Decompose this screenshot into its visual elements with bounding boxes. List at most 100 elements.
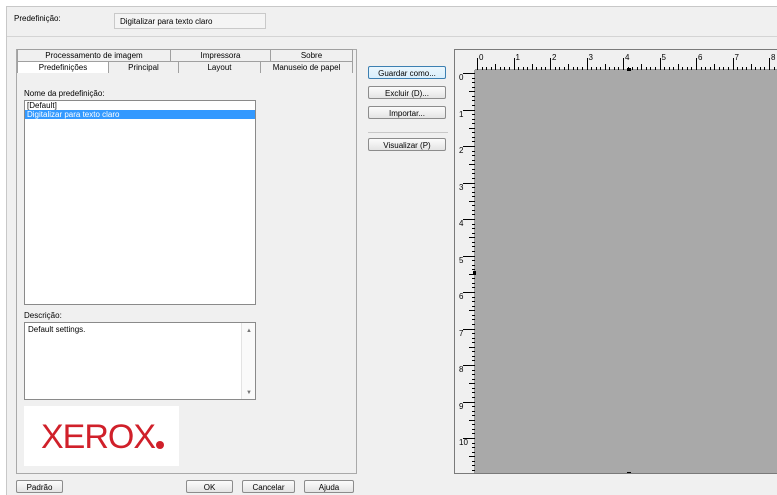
ruler-tick — [472, 415, 475, 417]
ruler-top-label: 1 — [515, 53, 520, 62]
ruler-tick — [463, 401, 475, 403]
ruler-tick — [659, 58, 661, 70]
ruler-tick — [636, 67, 638, 70]
ruler-tick — [504, 67, 506, 70]
ruler-tick — [477, 58, 478, 70]
ruler-top-label: 5 — [661, 53, 666, 62]
help-button[interactable]: Ajuda — [304, 480, 354, 493]
ruler-tick — [472, 410, 475, 412]
scroll-up-icon[interactable]: ▲ — [246, 328, 252, 334]
ruler-tick — [759, 67, 761, 70]
ruler-tick — [472, 173, 475, 175]
ruler-tick — [554, 67, 556, 70]
ruler-tick — [469, 310, 475, 312]
ruler-left-label: 5 — [459, 255, 464, 265]
list-item-default[interactable]: [Default] — [25, 101, 255, 110]
ruler-tick — [469, 383, 475, 385]
import-button[interactable]: Importar... — [368, 106, 446, 119]
ruler-tick — [691, 67, 693, 70]
tab-main[interactable]: Principal — [109, 61, 179, 73]
ruler-tick — [472, 301, 475, 303]
tab-layout[interactable]: Layout — [179, 61, 261, 73]
description-box[interactable]: Default settings. ▲ ▼ — [24, 322, 256, 400]
ruler-tick — [472, 136, 475, 138]
ruler-tick — [472, 319, 475, 321]
ruler-tick — [463, 182, 475, 184]
ruler-tick — [472, 250, 475, 252]
ruler-tick — [472, 177, 475, 179]
ruler-tick — [472, 246, 475, 248]
preset-list[interactable]: [Default] Digitalizar para texto claro — [24, 100, 256, 305]
preview-button[interactable]: Visualizar (P) — [368, 138, 446, 151]
tab-presets[interactable]: Predefinições — [17, 61, 109, 73]
ruler-tick — [559, 67, 561, 70]
tab-about[interactable]: Sobre — [271, 49, 353, 61]
ruler-tick — [472, 355, 475, 357]
description-scrollbar[interactable]: ▲ ▼ — [241, 323, 255, 399]
ruler-tick — [595, 67, 597, 70]
ruler-tick — [472, 333, 475, 335]
delete-button[interactable]: Excluir (D)... — [368, 86, 446, 99]
ruler-tick — [472, 360, 475, 362]
ruler-tick — [472, 305, 475, 307]
ruler-left-label: 0 — [459, 73, 464, 82]
xerox-logo-text: XEROX — [41, 418, 155, 456]
ok-button[interactable]: OK — [186, 480, 233, 493]
ruler-tick — [472, 406, 475, 408]
scroll-down-icon[interactable]: ▼ — [246, 390, 252, 396]
preset-field[interactable]: Digitalizar para texto claro — [114, 13, 266, 29]
ruler-tick — [472, 159, 475, 161]
ruler-tick — [463, 146, 475, 147]
ruler-tick — [769, 58, 770, 70]
ruler-tick — [568, 64, 570, 70]
ruler-tick — [472, 442, 475, 444]
preset-bar: Predefinição: Digitalizar para texto cla… — [7, 7, 777, 37]
ruler-tick — [741, 67, 743, 70]
ruler-tick — [522, 67, 524, 70]
ruler-left-label: 10 — [459, 438, 468, 447]
ruler-top-label: 8 — [771, 53, 776, 62]
ruler-tick — [472, 77, 475, 79]
ruler-tick — [469, 91, 475, 93]
cancel-button[interactable]: Cancelar — [242, 480, 295, 493]
ruler-left-label: 6 — [459, 292, 464, 301]
scan-area[interactable] — [476, 71, 777, 473]
ruler-tick — [581, 67, 583, 70]
ruler-tick — [463, 365, 475, 366]
preview-area[interactable]: 0 1 2 3 4 5 6 7 8 0 1 2 3 4 5 6 7 8 9 10 — [454, 49, 777, 474]
ruler-top-label: 4 — [625, 53, 630, 62]
ruler-tick — [536, 67, 538, 70]
ruler-tick — [472, 387, 475, 389]
page-edge-marker — [473, 271, 476, 275]
ruler-left: 0 1 2 3 4 5 6 7 8 9 10 — [455, 50, 475, 473]
ruler-tick — [472, 209, 475, 211]
ruler-tick — [540, 67, 542, 70]
ruler-tick — [591, 67, 593, 70]
default-button[interactable]: Padrão — [16, 480, 63, 493]
ruler-tick — [705, 67, 707, 70]
description-label: Descrição: — [24, 311, 62, 320]
ruler-tick — [472, 86, 475, 88]
ruler-tick — [469, 164, 475, 166]
ruler-top-label: 7 — [734, 53, 739, 62]
ruler-tick — [508, 67, 510, 70]
preset-label: Predefinição: — [14, 14, 61, 23]
ruler-left-label: 2 — [459, 146, 464, 155]
ruler-tick — [700, 67, 702, 70]
ruler-tick — [682, 67, 684, 70]
tab-paper-handling[interactable]: Manuseio de papel — [261, 61, 353, 73]
description-text: Default settings. — [28, 325, 86, 334]
ruler-tick — [472, 141, 475, 143]
tab-image-processing[interactable]: Processamento de imagem — [17, 49, 171, 61]
list-item-clear-text[interactable]: Digitalizar para texto claro — [25, 110, 255, 119]
ruler-tick — [472, 433, 475, 435]
ruler-top-label: 2 — [552, 53, 557, 62]
tab-printer[interactable]: Impressora — [171, 49, 271, 61]
ruler-tick — [469, 419, 475, 421]
ruler-tick — [472, 95, 475, 97]
ruler-tick — [472, 123, 475, 125]
tab-row-front: Predefinições Principal Layout Manuseio … — [17, 61, 353, 73]
save-as-button[interactable]: Guardar como... — [368, 66, 446, 79]
ruler-tick — [632, 67, 634, 70]
ruler-tick — [472, 342, 475, 344]
